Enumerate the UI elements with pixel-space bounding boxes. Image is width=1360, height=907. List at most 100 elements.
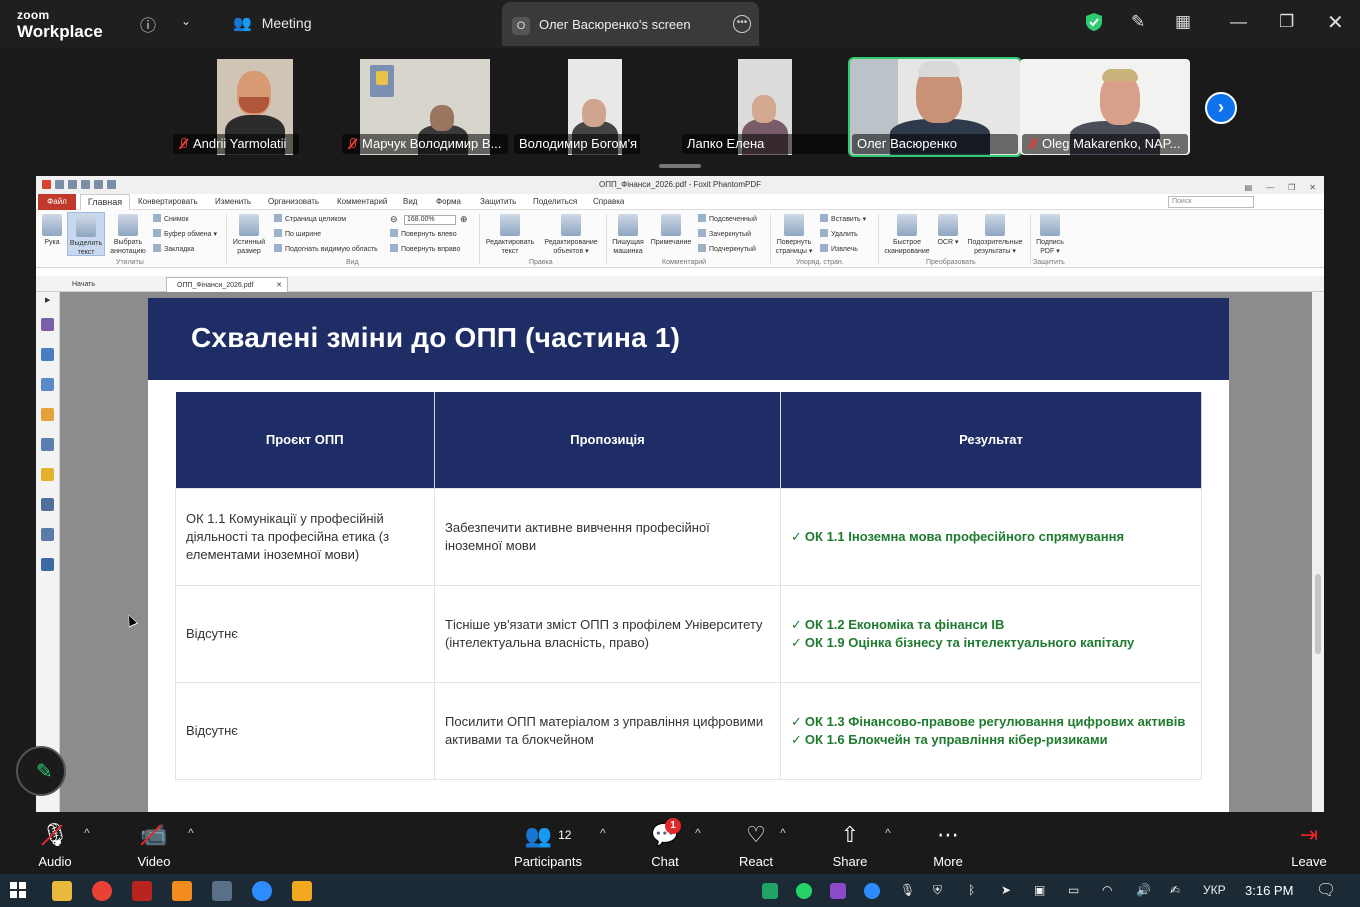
menu-file[interactable]: Файл	[38, 194, 76, 210]
system-clock[interactable]: 3:16 PM	[1245, 883, 1293, 898]
ocr-button[interactable]: OCR ▾	[936, 214, 960, 247]
notifications-icon[interactable]: 🗨	[1316, 880, 1336, 900]
microphone-icon[interactable]: 🎙	[900, 883, 915, 897]
bookmarks-icon[interactable]	[41, 318, 54, 331]
pages-icon[interactable]	[41, 348, 54, 361]
app-icon[interactable]	[292, 881, 312, 901]
snapshot-button[interactable]: Снимок	[153, 212, 189, 227]
extract-pages-button[interactable]: Извлечь	[820, 242, 858, 257]
meeting-label-group[interactable]: 👥 Meeting	[233, 14, 312, 32]
video-tile[interactable]: Володимир Богом'я	[512, 59, 642, 155]
app-icon[interactable]	[212, 881, 232, 901]
close-icon[interactable]: ✕	[1327, 10, 1344, 35]
security-icon[interactable]	[41, 468, 54, 481]
more-button[interactable]: ⋯ More	[927, 820, 969, 869]
input-language[interactable]: УКР	[1203, 883, 1226, 897]
expand-panel-icon[interactable]: ▶	[45, 296, 50, 304]
open-icon[interactable]	[55, 180, 64, 189]
note-button[interactable]: Примечание	[648, 214, 694, 247]
audio-button[interactable]: 🎙 Audio	[34, 820, 76, 869]
strip-resize-handle[interactable]	[659, 164, 701, 168]
menu-form[interactable]: Форма	[436, 197, 461, 206]
share-button[interactable]: ⇧ Share	[830, 820, 870, 869]
fit-width-button[interactable]: По ширине	[274, 227, 321, 242]
actual-size-button[interactable]: Истинный размер	[230, 214, 268, 256]
chrome-icon[interactable]	[92, 881, 112, 901]
tab-document[interactable]: ОПП_Фінанси_2026.pdf ✕	[166, 277, 288, 292]
wifi-icon[interactable]: ◠	[1102, 883, 1112, 897]
rotate-pages-button[interactable]: Повернуть страницы ▾	[774, 214, 814, 256]
content-icon[interactable]	[41, 498, 54, 511]
fit-page-button[interactable]: Страница целиком	[274, 212, 346, 227]
google-drive-icon[interactable]	[762, 883, 778, 899]
next-page-button[interactable]: ›	[1205, 92, 1237, 124]
grid-icon[interactable]: ▦	[1175, 12, 1191, 32]
hand-tool-button[interactable]: Рука	[40, 214, 64, 247]
app-icon[interactable]	[132, 881, 152, 901]
minimize-icon[interactable]: —	[1230, 12, 1247, 32]
typewriter-button[interactable]: Пишущая машинка	[610, 214, 646, 256]
whatsapp-icon[interactable]	[796, 883, 812, 899]
restore-icon[interactable]: ❐	[1279, 12, 1294, 32]
leave-button[interactable]: ⇥ Leave	[1287, 820, 1331, 869]
menu-comment[interactable]: Комментарий	[337, 197, 387, 206]
telegram-icon[interactable]: ➤	[1001, 883, 1011, 897]
chat-button[interactable]: 💬 1 Chat	[645, 818, 685, 869]
zoom-in-icon[interactable]: ⊕	[460, 214, 468, 225]
video-tile[interactable]: Oleg Makarenko, NAP...	[1020, 59, 1190, 155]
pen-icon[interactable]: ✍	[1170, 883, 1180, 897]
menu-share[interactable]: Поделиться	[533, 197, 577, 206]
bluetooth-icon[interactable]: ᛒ	[968, 883, 975, 897]
suspect-results-button[interactable]: Подозрительные результаты ▾	[964, 214, 1026, 256]
comments-icon[interactable]	[41, 408, 54, 421]
vertical-scrollbar[interactable]	[1312, 292, 1324, 812]
audio-options-caret-icon[interactable]: ^	[84, 826, 90, 840]
redo-icon[interactable]	[107, 180, 116, 189]
chat-options-caret-icon[interactable]: ^	[695, 826, 701, 840]
video-options-caret-icon[interactable]: ^	[188, 826, 194, 840]
zoom-app-icon[interactable]	[252, 881, 272, 901]
menu-home[interactable]: Главная	[80, 194, 130, 210]
zoom-tray-icon[interactable]	[864, 883, 880, 899]
share-options-caret-icon[interactable]: ^	[885, 826, 891, 840]
annotate-button[interactable]: ✎	[16, 746, 66, 796]
select-annotation-button[interactable]: Выбрать аннотацию	[109, 214, 147, 256]
video-tile[interactable]: Лапко Елена	[680, 59, 850, 155]
windows-start-icon[interactable]	[10, 882, 26, 898]
react-options-caret-icon[interactable]: ^	[780, 826, 786, 840]
video-tile[interactable]: Andrii Yarmolatii	[171, 59, 301, 155]
menu-edit[interactable]: Изменить	[215, 197, 251, 206]
fit-visible-button[interactable]: Подогнать видимую область	[274, 242, 378, 257]
sign-pdf-button[interactable]: Подпись PDF ▾	[1034, 214, 1066, 256]
participants-button[interactable]: 👥 12 Participants	[510, 820, 586, 869]
rotate-right-button[interactable]: Повернуть вправо	[390, 242, 460, 257]
pencil-icon[interactable]: ✎	[1131, 12, 1145, 32]
defender-icon[interactable]: ⛨	[933, 883, 942, 898]
highlight-button[interactable]: Подсвеченный	[698, 212, 757, 227]
print-icon[interactable]	[81, 180, 90, 189]
menu-convert[interactable]: Конвертировать	[138, 197, 198, 206]
edit-text-button[interactable]: Редактировать текст	[483, 214, 537, 256]
more-icon[interactable]: •••	[733, 15, 751, 33]
onenote-icon[interactable]	[830, 883, 846, 899]
video-tile[interactable]: Марчук Володимир В...	[340, 59, 510, 155]
info-icon[interactable]: ⓘ	[140, 12, 156, 36]
tray-app-icon[interactable]: ▣	[1034, 883, 1045, 897]
shield-icon[interactable]	[1085, 12, 1103, 32]
edit-objects-button[interactable]: Редактирование объектов ▾	[541, 214, 601, 256]
delete-pages-button[interactable]: Удалить	[820, 227, 858, 242]
video-tile-active-speaker[interactable]: Олег Васюренко	[848, 57, 1022, 157]
select-text-button[interactable]: Выделить текст	[67, 212, 105, 256]
strikeout-button[interactable]: Зачеркнутый	[698, 227, 751, 242]
app-icon[interactable]	[172, 881, 192, 901]
undo-icon[interactable]	[94, 180, 103, 189]
signature-panel-icon[interactable]	[41, 558, 54, 571]
battery-icon[interactable]: ▭	[1068, 883, 1079, 897]
zoom-out-icon[interactable]: ⊖	[390, 214, 398, 225]
bookmark-button[interactable]: Закладка	[153, 242, 194, 257]
chevron-down-icon[interactable]: ⌄	[181, 14, 191, 28]
menu-protect[interactable]: Защитить	[480, 197, 516, 206]
insert-pages-button[interactable]: Вставить ▾	[820, 212, 866, 227]
scrollbar-thumb[interactable]	[1315, 574, 1321, 654]
shared-screen-tab[interactable]: O Олег Васюренко's screen •••	[502, 2, 759, 46]
